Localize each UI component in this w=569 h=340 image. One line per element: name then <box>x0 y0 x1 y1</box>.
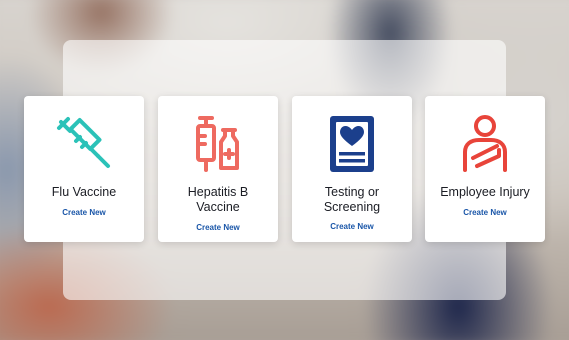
create-new-link[interactable]: Create New <box>24 208 144 217</box>
health-record-icon <box>322 114 382 174</box>
syringe-icon <box>54 114 114 174</box>
card-title: Employee Injury <box>440 185 530 199</box>
create-new-link[interactable]: Create New <box>158 223 278 232</box>
card-title: Hepatitis B Vaccine <box>187 185 249 214</box>
create-new-link[interactable]: Create New <box>292 222 412 231</box>
card-employee-injury[interactable]: Employee Injury Create New <box>425 96 545 242</box>
card-flu-vaccine[interactable]: Flu Vaccine Create New <box>24 96 144 242</box>
card-title: Testing or Screening <box>323 185 381 214</box>
card-hepatitis-b-vaccine[interactable]: Hepatitis B Vaccine Create New <box>158 96 278 242</box>
vaccine-vial-icon <box>188 114 248 174</box>
create-new-link[interactable]: Create New <box>425 208 545 217</box>
card-testing-or-screening[interactable]: Testing or Screening Create New <box>292 96 412 242</box>
card-title: Flu Vaccine <box>51 185 117 199</box>
form-type-cards: Flu Vaccine Create New Hepatitis B Vacci… <box>24 96 545 242</box>
injured-person-icon <box>455 114 515 174</box>
